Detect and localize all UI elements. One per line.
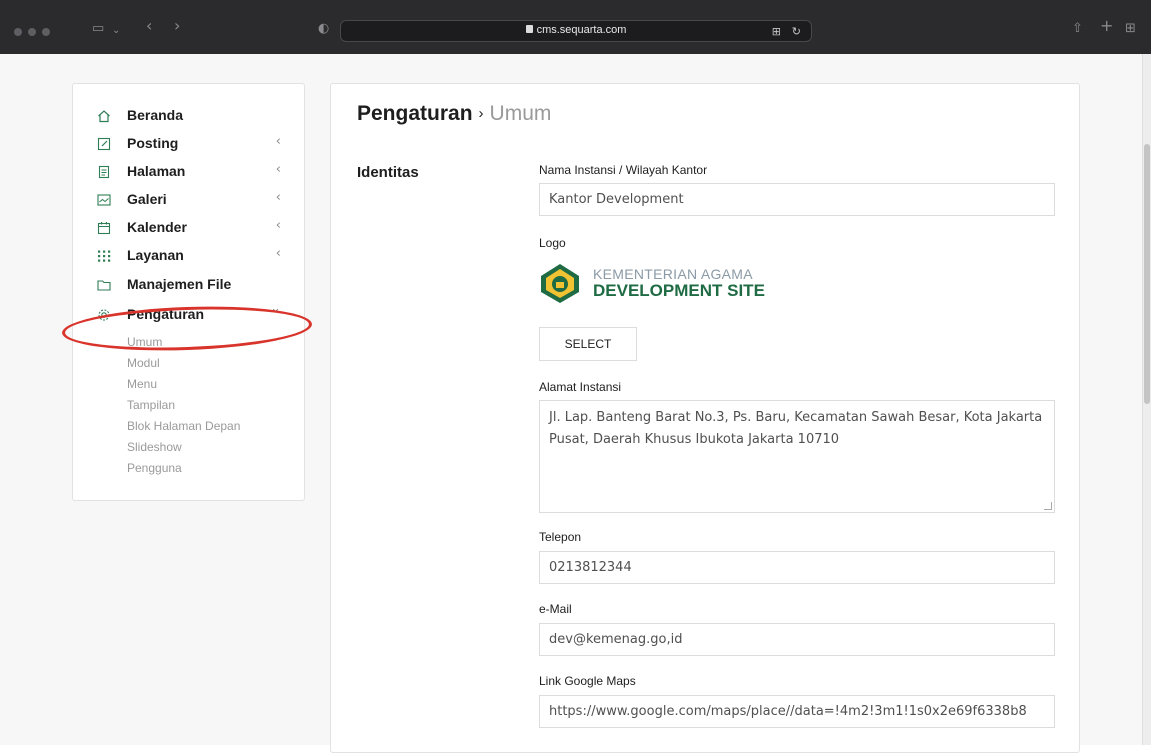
telepon-field[interactable]: 0213812344 bbox=[539, 551, 1055, 584]
alamat-label: Alamat Instansi bbox=[539, 380, 622, 394]
reload-icon[interactable]: ↻ bbox=[792, 25, 801, 38]
chevron-left-icon[interactable]: ‹ bbox=[276, 134, 281, 149]
section-title: Identitas bbox=[357, 164, 419, 181]
submenu-slideshow[interactable]: Slideshow bbox=[127, 437, 182, 457]
grid-icon bbox=[97, 248, 111, 262]
sidebar: Beranda Posting ‹ Halaman ‹ Galeri ‹ Kal… bbox=[72, 83, 305, 501]
sidebar-item-halaman[interactable]: Halaman ‹ bbox=[97, 160, 287, 182]
calendar-icon bbox=[97, 220, 111, 235]
forward-icon[interactable]: › bbox=[174, 18, 180, 34]
select-logo-button[interactable]: SELECT bbox=[539, 327, 637, 361]
window-controls bbox=[14, 28, 50, 36]
sidebar-item-label: Kalender bbox=[127, 219, 187, 235]
sidebar-item-label: Beranda bbox=[127, 107, 184, 123]
sidebar-item-label: Halaman bbox=[127, 163, 186, 179]
shield-icon[interactable]: ◐ bbox=[318, 22, 329, 36]
logo-line1: KEMENTERIAN AGAMA bbox=[593, 265, 753, 282]
logo-label: Logo bbox=[539, 236, 566, 250]
minimize-window-button[interactable] bbox=[28, 28, 36, 36]
sidebar-item-manajemen-file[interactable]: Manajemen File bbox=[97, 273, 287, 295]
logo-line2: DEVELOPMENT SITE bbox=[593, 280, 765, 300]
sidebar-item-kalender[interactable]: Kalender ‹ bbox=[97, 216, 287, 238]
sidebar-item-layanan[interactable]: Layanan ‹ bbox=[97, 244, 287, 266]
url-text: cms.sequarta.com bbox=[536, 24, 627, 36]
chevron-left-icon[interactable]: ‹ bbox=[276, 218, 281, 233]
translate-icon[interactable]: ⊞ bbox=[772, 25, 781, 38]
address-bar[interactable]: cms.sequarta.com ⊞ ↻ bbox=[340, 20, 812, 42]
submenu-menu[interactable]: Menu bbox=[127, 374, 157, 394]
sidebar-item-label: Layanan bbox=[127, 247, 184, 263]
page-icon bbox=[97, 164, 111, 179]
image-icon bbox=[97, 192, 111, 206]
folder-icon bbox=[97, 277, 111, 291]
sidebar-toggle-icon[interactable]: ▭ bbox=[92, 22, 104, 36]
alamat-value: Jl. Lap. Banteng Barat No.3, Ps. Baru, K… bbox=[549, 410, 1043, 447]
email-field[interactable]: dev@kemenag.go,id bbox=[539, 623, 1055, 656]
nama-instansi-field[interactable]: Kantor Development bbox=[539, 183, 1055, 216]
chevron-left-icon[interactable]: ‹ bbox=[276, 162, 281, 177]
resize-handle[interactable] bbox=[1044, 502, 1052, 510]
sidebar-item-beranda[interactable]: Beranda bbox=[97, 104, 287, 126]
back-icon[interactable]: ‹ bbox=[146, 18, 152, 34]
scrollbar-thumb[interactable] bbox=[1144, 144, 1150, 404]
home-icon bbox=[97, 108, 111, 123]
zoom-window-button[interactable] bbox=[42, 28, 50, 36]
breadcrumb-parent[interactable]: Pengaturan bbox=[357, 102, 473, 125]
page-scrollbar[interactable] bbox=[1142, 54, 1151, 745]
close-window-button[interactable] bbox=[14, 28, 22, 36]
kemenag-emblem-icon bbox=[541, 264, 579, 303]
settings-panel: Pengaturan › Umum Identitas Nama Instansi … bbox=[330, 83, 1080, 753]
new-tab-icon[interactable]: + bbox=[1100, 18, 1113, 34]
browser-toolbar: ▭ ⌄ ‹ › ◐ cms.sequarta.com ⊞ ↻ ⇧ + ⊞ bbox=[0, 0, 1151, 54]
share-icon[interactable]: ⇧ bbox=[1072, 22, 1083, 36]
lock-icon bbox=[525, 25, 533, 33]
tab-overview-icon[interactable]: ⊞ bbox=[1125, 22, 1136, 36]
sidebar-item-galeri[interactable]: Galeri ‹ bbox=[97, 188, 287, 210]
chevron-left-icon[interactable]: ‹ bbox=[276, 246, 281, 261]
alamat-textarea[interactable]: Jl. Lap. Banteng Barat No.3, Ps. Baru, K… bbox=[539, 400, 1055, 513]
sidebar-item-label: Galeri bbox=[127, 191, 167, 207]
submenu-pengguna[interactable]: Pengguna bbox=[127, 458, 182, 478]
submenu-modul[interactable]: Modul bbox=[127, 353, 160, 373]
edit-icon bbox=[97, 136, 111, 151]
logo-preview: KEMENTERIAN AGAMA DEVELOPMENT SITE bbox=[539, 262, 765, 304]
maps-label: Link Google Maps bbox=[539, 674, 636, 688]
telepon-label: Telepon bbox=[539, 530, 582, 544]
breadcrumb-separator: › bbox=[478, 105, 484, 122]
submenu-tampilan[interactable]: Tampilan bbox=[127, 395, 175, 415]
browser-window: ▭ ⌄ ‹ › ◐ cms.sequarta.com ⊞ ↻ ⇧ + ⊞ Ber… bbox=[0, 0, 1151, 753]
sidebar-item-posting[interactable]: Posting ‹ bbox=[97, 132, 287, 154]
email-label: e-Mail bbox=[539, 602, 572, 616]
sidebar-item-label: Manajemen File bbox=[127, 276, 232, 292]
breadcrumb-current: Umum bbox=[489, 102, 552, 125]
breadcrumb: Pengaturan › Umum bbox=[357, 102, 551, 126]
chevron-down-icon[interactable]: ⌄ bbox=[112, 24, 120, 38]
google-maps-field[interactable]: https://www.google.com/maps/place//data=… bbox=[539, 695, 1055, 728]
sidebar-item-label: Posting bbox=[127, 135, 179, 151]
chevron-left-icon[interactable]: ‹ bbox=[276, 190, 281, 205]
nama-label: Nama Instansi / Wilayah Kantor bbox=[539, 163, 708, 177]
submenu-blok-halaman-depan[interactable]: Blok Halaman Depan bbox=[127, 416, 240, 436]
